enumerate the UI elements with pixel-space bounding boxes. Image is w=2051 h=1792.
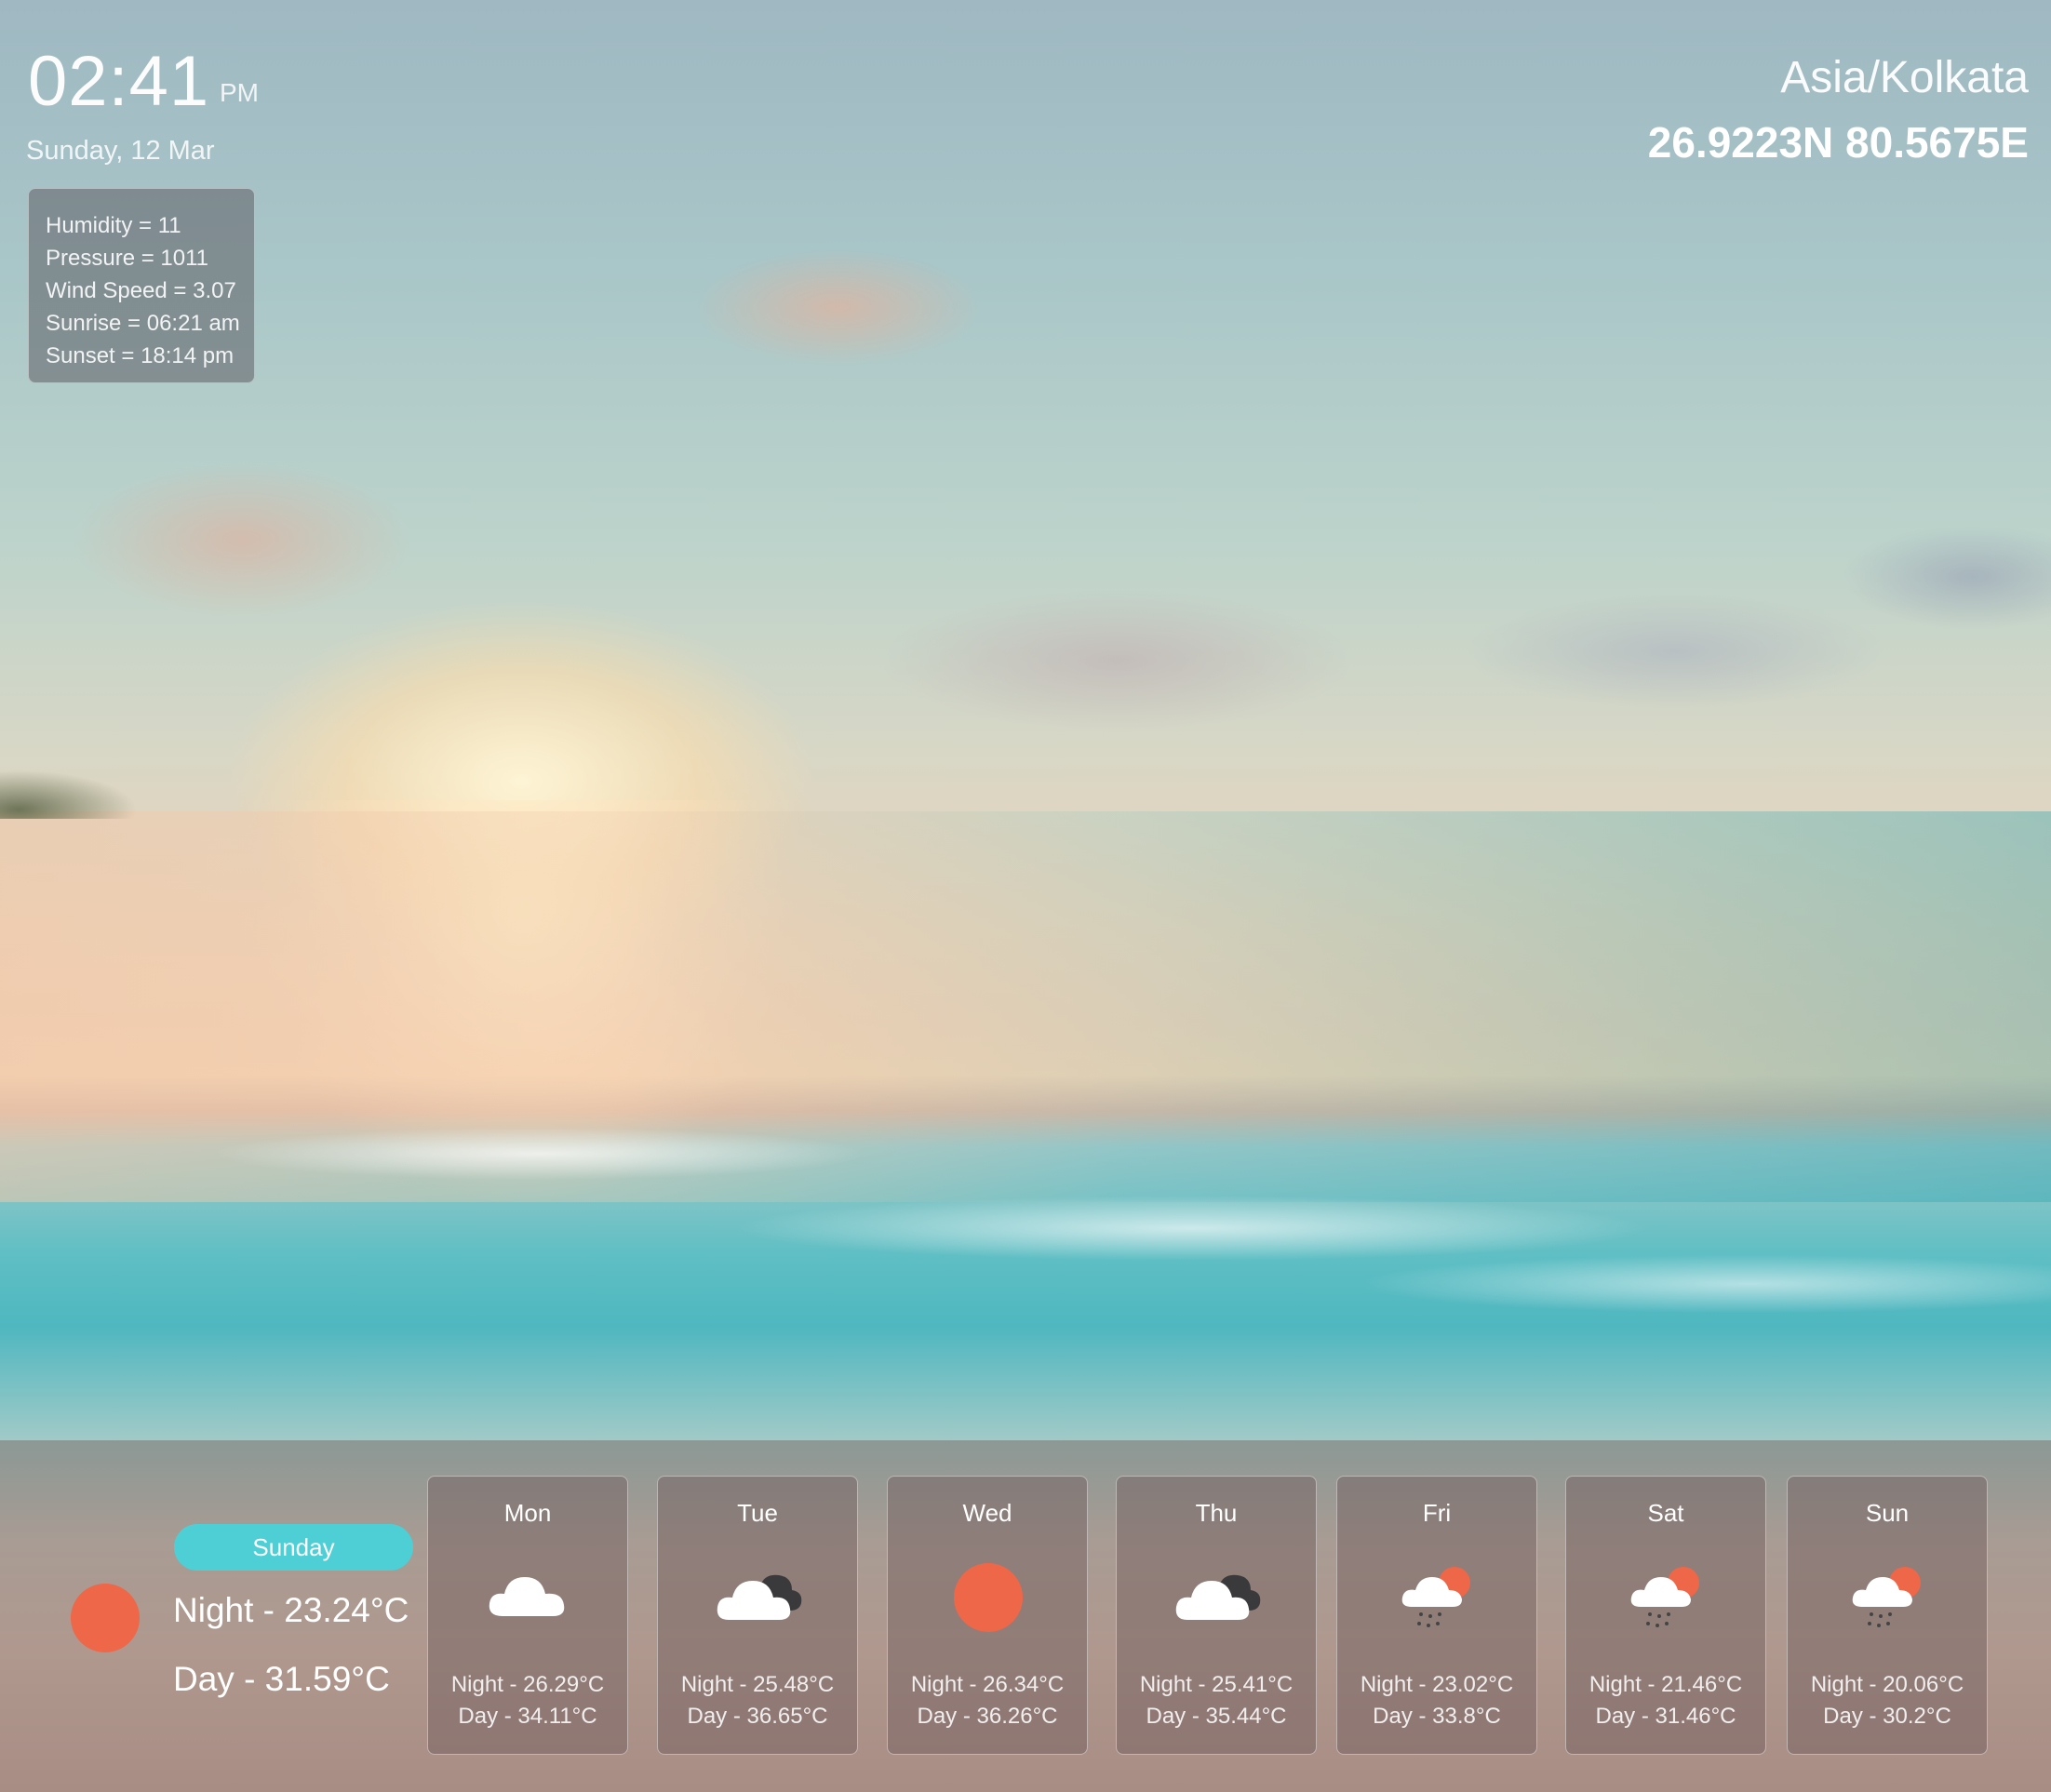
forecast-card-tue[interactable]: Tue Night - 25.48°C Day - 36.65°C bbox=[657, 1476, 858, 1755]
forecast-day-temp: Day - 31.46°C bbox=[1595, 1704, 1736, 1729]
sun-icon bbox=[954, 1563, 1023, 1632]
today-day-temp: Day - 31.59°C bbox=[173, 1660, 390, 1698]
forecast-night: Night - 26.34°C bbox=[910, 1672, 1065, 1697]
sun-icon bbox=[71, 1584, 140, 1652]
clock: 02:41 PM bbox=[28, 41, 259, 122]
current-date: Sunday, 12 Mar bbox=[26, 136, 215, 166]
pressure: Pressure = 1011 bbox=[46, 246, 208, 271]
broken-clouds-icon bbox=[717, 1574, 802, 1620]
forecast-day: Sat bbox=[1647, 1499, 1684, 1527]
coordinates: 26.9223N 80.5675E bbox=[1647, 118, 2029, 167]
wave-foam bbox=[168, 1098, 2051, 1340]
forecast-day: Tue bbox=[737, 1499, 778, 1527]
forecast-day-temp: Day - 30.2°C bbox=[1823, 1704, 1951, 1729]
forecast-night: Night - 26.29°C bbox=[450, 1672, 605, 1697]
treeline bbox=[0, 716, 186, 819]
forecast-card-fri[interactable]: Fri Night - 23.02°C Day - 33.8°C bbox=[1336, 1476, 1537, 1755]
forecast-day: Thu bbox=[1195, 1499, 1238, 1527]
timezone: Asia/Kolkata bbox=[1780, 53, 2029, 102]
forecast-card-thu[interactable]: Thu Night - 25.41°C Day - 35.44°C bbox=[1116, 1476, 1317, 1755]
current-time: 02:41 bbox=[28, 42, 210, 121]
today-badge: Sunday bbox=[174, 1524, 413, 1571]
forecast-day-temp: Day - 35.44°C bbox=[1146, 1704, 1287, 1729]
forecast-day-temp: Day - 33.8°C bbox=[1373, 1704, 1501, 1729]
am-pm: PM bbox=[220, 78, 259, 107]
forecast-card-wed[interactable]: Wed Night - 26.34°C Day - 36.26°C bbox=[887, 1476, 1088, 1755]
forecast-night: Night - 21.46°C bbox=[1589, 1672, 1743, 1697]
forecast-day: Mon bbox=[503, 1499, 552, 1527]
forecast-card-sun[interactable]: Sun Night - 20.06°C Day - 30.2°C bbox=[1787, 1476, 1988, 1755]
cloud-icon bbox=[489, 1577, 565, 1616]
forecast-day-temp: Day - 36.26°C bbox=[917, 1704, 1058, 1729]
forecast-card-sat[interactable]: Sat Night - 21.46°C Day - 31.46°C bbox=[1565, 1476, 1766, 1755]
forecast-night: Night - 25.41°C bbox=[1139, 1672, 1294, 1697]
forecast-day: Wed bbox=[962, 1499, 1012, 1527]
forecast-card-mon[interactable]: Mon Night - 26.29°C Day - 34.11°C bbox=[427, 1476, 628, 1755]
wind-speed: Wind Speed = 3.07 bbox=[46, 278, 236, 303]
sunrise: Sunrise = 06:21 am bbox=[46, 311, 240, 336]
weather-details-panel: Humidity = 11 Pressure = 1011 Wind Speed… bbox=[28, 188, 255, 383]
forecast-day-temp: Day - 36.65°C bbox=[687, 1704, 828, 1729]
rain-sun-icon bbox=[1401, 1567, 1470, 1627]
forecast-day-temp: Day - 34.11°C bbox=[458, 1704, 597, 1729]
forecast-night: Night - 23.02°C bbox=[1360, 1672, 1514, 1697]
rain-sun-icon bbox=[1630, 1567, 1699, 1627]
broken-clouds-icon bbox=[1175, 1574, 1261, 1620]
humidity: Humidity = 11 bbox=[46, 213, 181, 238]
forecast-day: Sun bbox=[1865, 1499, 1910, 1527]
forecast-day: Fri bbox=[1422, 1499, 1452, 1527]
forecast-night: Night - 25.48°C bbox=[680, 1672, 835, 1697]
rain-sun-icon bbox=[1852, 1567, 1921, 1627]
today-night-temp: Night - 23.24°C bbox=[173, 1591, 409, 1629]
sunset: Sunset = 18:14 pm bbox=[46, 343, 235, 368]
forecast-night: Night - 20.06°C bbox=[1810, 1672, 1964, 1697]
